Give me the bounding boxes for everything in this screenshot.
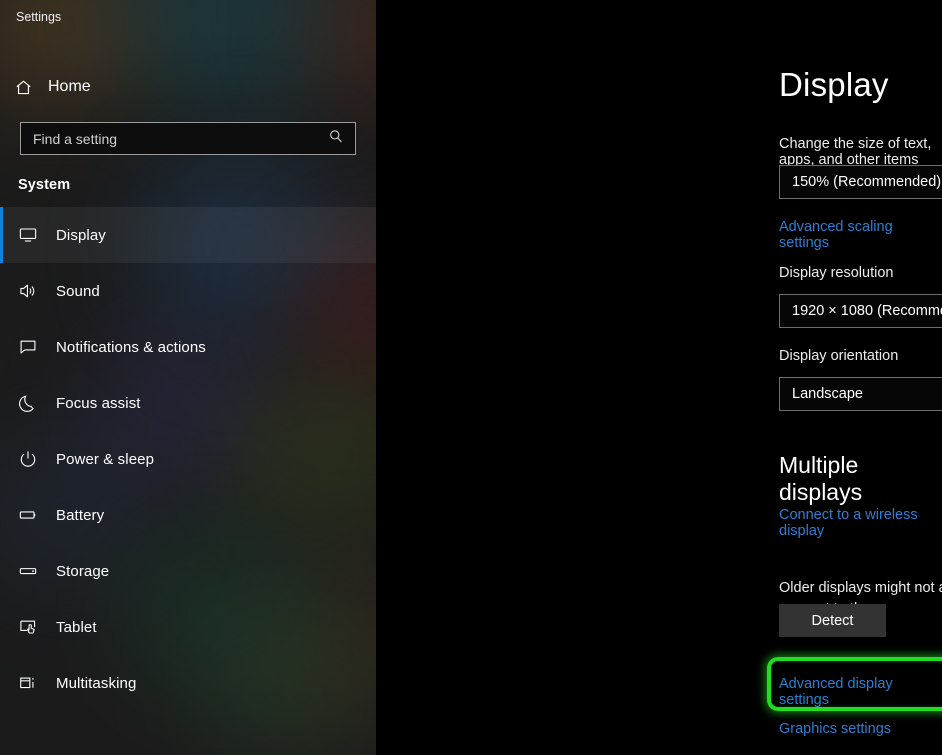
detect-button[interactable]: Detect — [779, 604, 886, 637]
comment-icon — [18, 337, 56, 357]
speaker-icon — [18, 281, 56, 301]
sidebar-item-storage[interactable]: Storage — [0, 543, 376, 599]
page-title: Display — [779, 66, 889, 104]
graphics-settings-link[interactable]: Graphics settings — [779, 721, 891, 737]
sidebar-group-label: System — [0, 155, 376, 193]
sidebar-item-label: Battery — [56, 507, 104, 524]
orientation-value: Landscape — [792, 386, 863, 402]
sidebar-home-label: Home — [48, 78, 91, 96]
sidebar-item-display[interactable]: Display — [0, 207, 376, 263]
sidebar-item-label: Notifications & actions — [56, 339, 206, 356]
sidebar-item-notifications[interactable]: Notifications & actions — [0, 319, 376, 375]
resolution-value: 1920 × 1080 (Recommended) — [792, 303, 942, 319]
title-bar: Settings — [0, 0, 376, 34]
window-title: Settings — [16, 10, 61, 24]
power-icon — [18, 449, 56, 469]
sidebar-item-home[interactable]: Home — [0, 66, 376, 108]
sidebar-item-focus-assist[interactable]: Focus assist — [0, 375, 376, 431]
search-container: Find a setting — [0, 108, 376, 155]
sidebar-item-tablet[interactable]: Tablet — [0, 599, 376, 655]
sidebar-item-label: Display — [56, 227, 106, 244]
search-input[interactable]: Find a setting — [20, 122, 356, 155]
sidebar-item-label: Storage — [56, 563, 109, 580]
sidebar-item-label: Multitasking — [56, 675, 136, 692]
resolution-dropdown[interactable]: 1920 × 1080 (Recommended) — [779, 294, 942, 328]
orientation-label: Display orientation — [779, 348, 898, 364]
search-placeholder: Find a setting — [21, 131, 117, 147]
settings-window: Settings Home Find a setting — [0, 0, 942, 755]
sidebar-item-power-sleep[interactable]: Power & sleep — [0, 431, 376, 487]
sidebar-nav-list: Display Sound — [0, 207, 376, 711]
moon-icon — [18, 393, 56, 413]
home-icon — [14, 78, 48, 97]
scale-label: Change the size of text, apps, and other… — [779, 136, 942, 168]
scale-dropdown[interactable]: 150% (Recommended) — [779, 165, 942, 199]
selection-accent-bar — [0, 207, 3, 263]
sidebar-item-sound[interactable]: Sound — [0, 263, 376, 319]
drive-icon — [18, 561, 56, 581]
sidebar-item-label: Sound — [56, 283, 100, 300]
sidebar-item-battery[interactable]: Battery — [0, 487, 376, 543]
sidebar-item-label: Tablet — [56, 619, 97, 636]
resolution-label: Display resolution — [779, 265, 893, 281]
connect-wireless-display-link[interactable]: Connect to a wireless display — [779, 507, 942, 539]
battery-icon — [18, 505, 56, 525]
advanced-display-settings-link[interactable]: Advanced display settings — [779, 676, 942, 708]
tablet-hand-icon — [18, 617, 56, 637]
sidebar: Settings Home Find a setting — [0, 0, 376, 755]
sidebar-item-label: Power & sleep — [56, 451, 154, 468]
sidebar-item-multitasking[interactable]: Multitasking — [0, 655, 376, 711]
sidebar-item-label: Focus assist — [56, 395, 141, 412]
multitask-icon — [18, 673, 56, 693]
monitor-icon — [18, 225, 56, 245]
search-icon[interactable] — [328, 128, 344, 149]
main-content: Display Change the size of text, apps, a… — [376, 0, 942, 755]
advanced-scaling-settings-link[interactable]: Advanced scaling settings — [779, 219, 942, 251]
scale-value: 150% (Recommended) — [792, 174, 941, 190]
orientation-dropdown[interactable]: Landscape — [779, 377, 942, 411]
multiple-displays-heading: Multiple displays — [779, 452, 942, 506]
detect-button-label: Detect — [812, 613, 854, 629]
